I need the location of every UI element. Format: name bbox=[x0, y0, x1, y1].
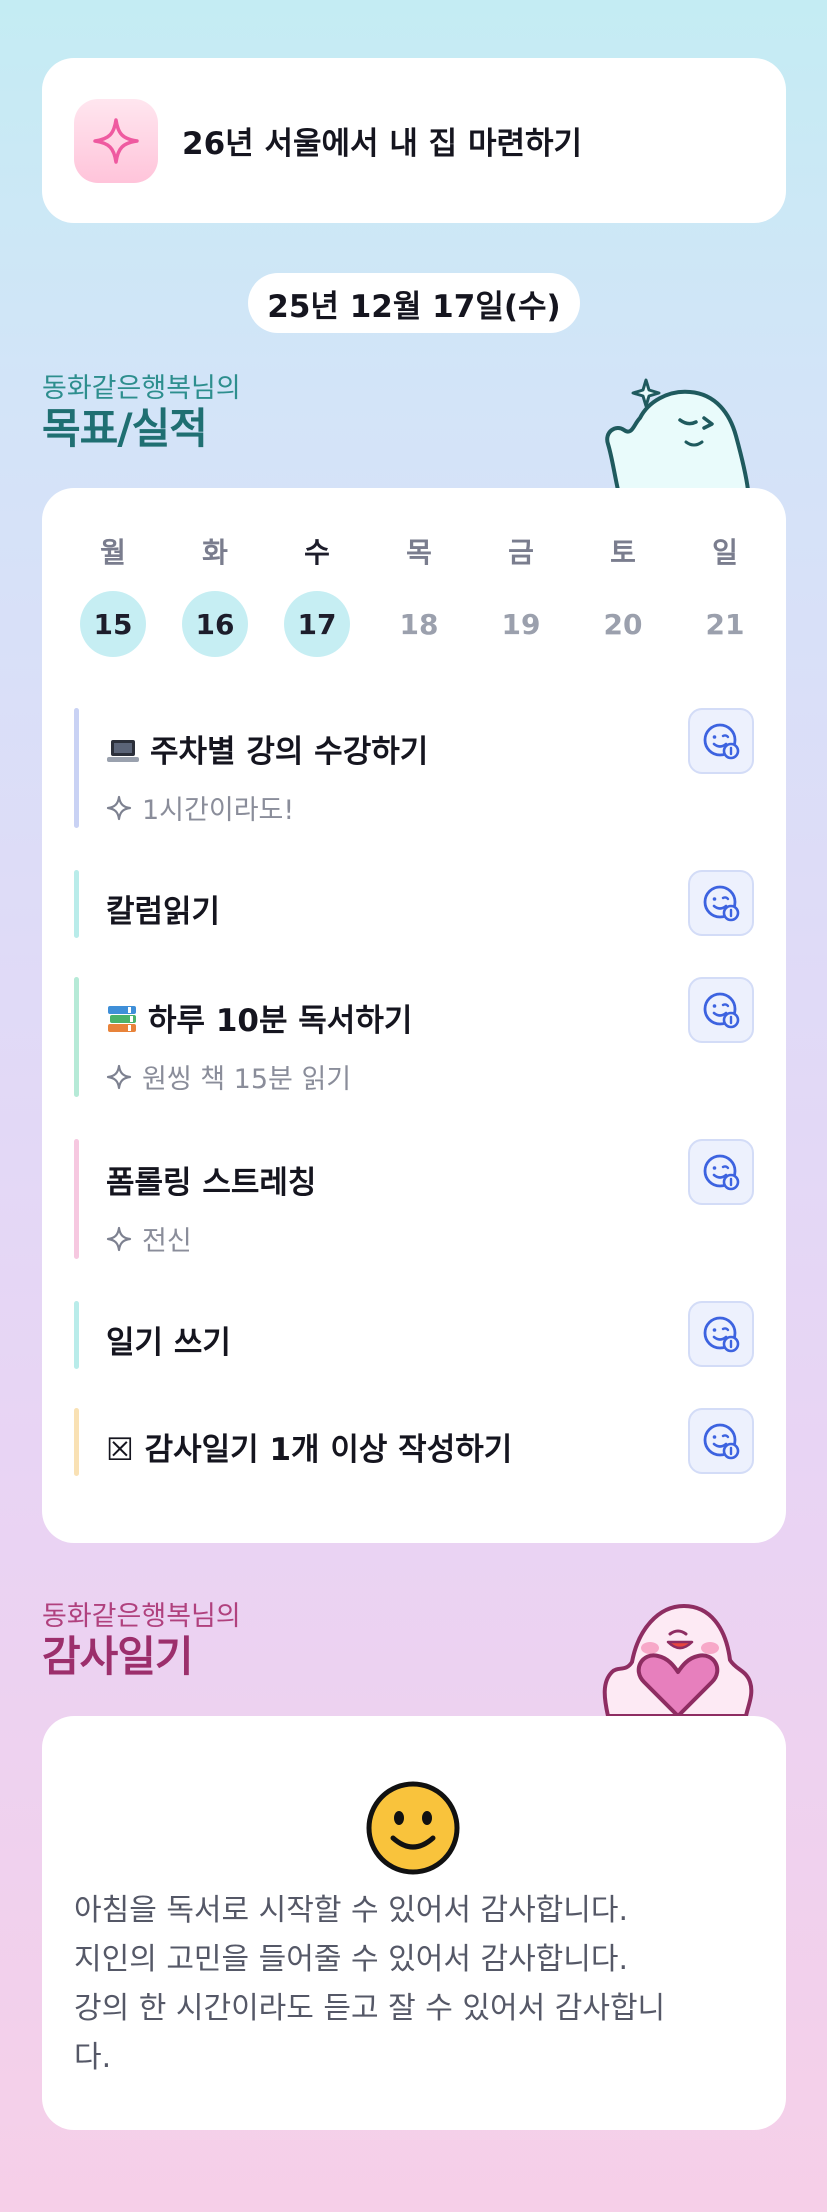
date-label: 25년 12월 17일(수) bbox=[248, 273, 580, 333]
gratitude-section-heading: 동화같은행복님의 감사일기 bbox=[42, 1600, 241, 1680]
task-subtitle: 1시간이라도! bbox=[106, 788, 294, 827]
gratitude-diary-card[interactable]: 아침을 독서로 시작할 수 있어서 감사합니다. 지인의 고민을 들어줄 수 있… bbox=[42, 1716, 786, 2130]
goals-section-owner: 동화같은행복님의 bbox=[42, 373, 241, 404]
task-title: ☒ 감사일기 1개 이상 작성하기 bbox=[106, 1432, 513, 1468]
day-number: 16 bbox=[182, 591, 248, 657]
gratitude-section-title: 감사일기 bbox=[42, 1632, 194, 1681]
task-item-gratitude[interactable]: ☒ 감사일기 1개 이상 작성하기 bbox=[74, 1408, 754, 1476]
tasks-card: 월 15 화 16 수 17 목 18 금 19 토 20 일 21 주차별 강… bbox=[42, 488, 786, 1543]
task-color-bar bbox=[74, 708, 79, 828]
task-title: 하루 10분 독서하기 bbox=[106, 995, 412, 1042]
smile-add-icon bbox=[703, 1154, 740, 1191]
task-item-reading[interactable]: 하루 10분 독서하기 원씽 책 15분 읽기 bbox=[74, 977, 754, 1097]
day-number: 21 bbox=[705, 607, 745, 641]
sparkle-icon bbox=[106, 1226, 132, 1251]
task-title: 폼롤링 스트레칭 bbox=[106, 1165, 317, 1201]
task-item-diary[interactable]: 일기 쓰기 bbox=[74, 1301, 754, 1369]
gratitude-diary-text: 아침을 독서로 시작할 수 있어서 감사합니다. 지인의 고민을 들어줄 수 있… bbox=[74, 1893, 666, 2075]
goal-card[interactable]: 26년 서울에서 내 집 마련하기 bbox=[42, 58, 786, 223]
day-wed[interactable]: 수 17 bbox=[282, 533, 352, 657]
heart-mascot-illustration bbox=[602, 1604, 754, 1716]
laptop-icon bbox=[106, 736, 140, 772]
day-name: 목 bbox=[406, 536, 432, 569]
goals-section-title: 목표/실적 bbox=[42, 404, 208, 453]
day-name: 금 bbox=[508, 536, 534, 569]
task-color-bar bbox=[74, 977, 79, 1097]
day-name: 토 bbox=[610, 536, 636, 569]
day-mon[interactable]: 월 15 bbox=[78, 533, 148, 657]
day-number: 17 bbox=[284, 591, 350, 657]
task-color-bar bbox=[74, 1139, 79, 1259]
task-title: 칼럼읽기 bbox=[106, 894, 221, 930]
day-sat[interactable]: 토 20 bbox=[588, 533, 658, 657]
day-number: 15 bbox=[80, 591, 146, 657]
sparkle-icon bbox=[106, 1064, 132, 1089]
task-color-bar bbox=[74, 1301, 79, 1369]
smiley-icon bbox=[366, 1781, 460, 1875]
day-number: 18 bbox=[399, 607, 439, 641]
day-name: 수 bbox=[304, 536, 330, 569]
task-mood-button[interactable] bbox=[688, 870, 754, 936]
task-title-text: 주차별 강의 수강하기 bbox=[150, 734, 429, 770]
gratitude-section-owner: 동화같은행복님의 bbox=[42, 1601, 241, 1632]
sparkle-icon bbox=[74, 98, 158, 183]
task-mood-button[interactable] bbox=[688, 1139, 754, 1205]
week-calendar: 월 15 화 16 수 17 목 18 금 19 토 20 일 21 bbox=[42, 533, 786, 663]
day-number: 20 bbox=[603, 607, 643, 641]
smile-add-icon bbox=[703, 885, 740, 922]
day-name: 월 bbox=[100, 536, 126, 569]
task-item-stretching[interactable]: 폼롤링 스트레칭 전신 bbox=[74, 1139, 754, 1259]
task-mood-button[interactable] bbox=[688, 977, 754, 1043]
task-item-lecture[interactable]: 주차별 강의 수강하기 1시간이라도! bbox=[74, 708, 754, 828]
sparkle-icon bbox=[106, 795, 132, 820]
books-icon bbox=[106, 1004, 138, 1042]
smile-add-icon bbox=[703, 1316, 740, 1353]
task-subtitle: 원씽 책 15분 읽기 bbox=[106, 1057, 351, 1096]
day-fri[interactable]: 금 19 bbox=[486, 533, 556, 657]
day-name: 화 bbox=[202, 536, 228, 569]
day-number: 19 bbox=[501, 607, 541, 641]
smile-add-icon bbox=[703, 992, 740, 1029]
task-color-bar bbox=[74, 1408, 79, 1476]
day-sun[interactable]: 일 21 bbox=[690, 533, 760, 657]
day-thu[interactable]: 목 18 bbox=[384, 533, 454, 657]
task-subtitle-text: 전신 bbox=[142, 1226, 192, 1257]
task-item-column[interactable]: 칼럼읽기 bbox=[74, 870, 754, 938]
task-mood-button[interactable] bbox=[688, 1408, 754, 1474]
day-tue[interactable]: 화 16 bbox=[180, 533, 250, 657]
task-mood-button[interactable] bbox=[688, 708, 754, 774]
task-subtitle: 전신 bbox=[106, 1219, 192, 1258]
task-mood-button[interactable] bbox=[688, 1301, 754, 1367]
task-subtitle-text: 1시간이라도! bbox=[142, 795, 295, 826]
task-title-text: 하루 10분 독서하기 bbox=[148, 1003, 413, 1039]
smile-add-icon bbox=[703, 723, 740, 760]
task-title: 일기 쓰기 bbox=[106, 1325, 231, 1361]
task-subtitle-text: 원씽 책 15분 읽기 bbox=[142, 1064, 352, 1095]
goal-title: 26년 서울에서 내 집 마련하기 bbox=[182, 126, 583, 162]
task-title: 주차별 강의 수강하기 bbox=[106, 726, 428, 772]
task-color-bar bbox=[74, 870, 79, 938]
day-name: 일 bbox=[712, 536, 738, 569]
smile-add-icon bbox=[703, 1423, 740, 1460]
goals-section-heading: 동화같은행복님의 목표/실적 bbox=[42, 372, 241, 452]
ghost-mascot-illustration bbox=[605, 378, 750, 490]
